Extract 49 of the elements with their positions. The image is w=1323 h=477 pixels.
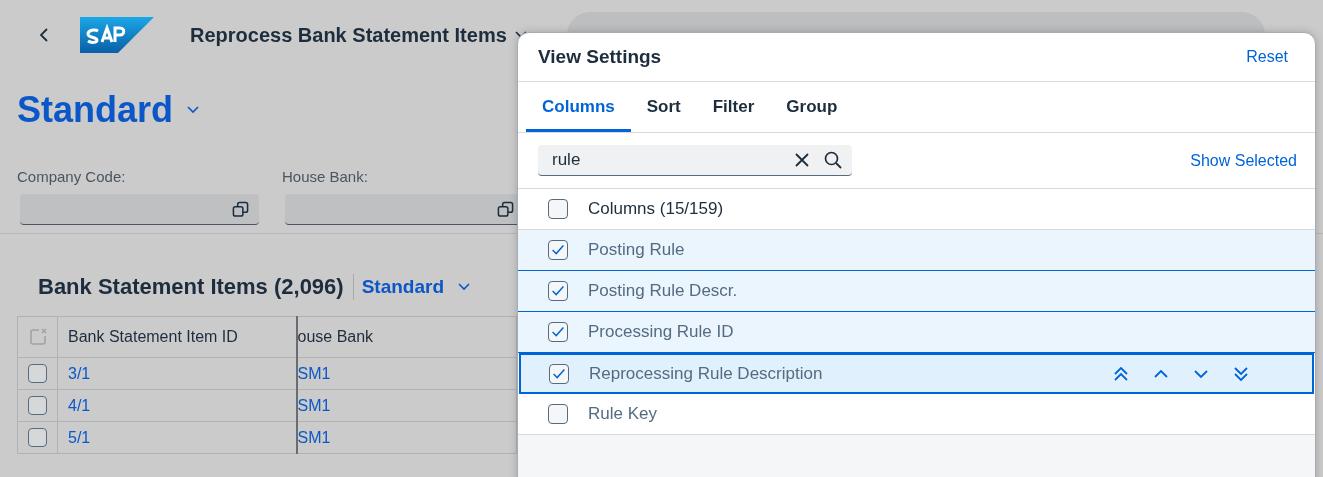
value-help-icon[interactable]: [232, 200, 249, 218]
column-checkbox[interactable]: [548, 281, 568, 301]
row-checkbox[interactable]: [28, 428, 47, 448]
search-field[interactable]: rule: [538, 145, 852, 176]
column-header[interactable]: Bank Statement Item ID: [57, 316, 297, 358]
table-link[interactable]: SM1: [297, 428, 331, 446]
checkmark-icon: [551, 285, 565, 296]
row-checkbox[interactable]: [28, 396, 47, 416]
checkmark-icon: [551, 244, 565, 255]
logo-icon[interactable]: [80, 17, 154, 53]
column-item[interactable]: Posting Rule Descr.: [518, 271, 1315, 312]
column-item[interactable]: Processing Rule ID: [518, 312, 1315, 353]
table-link[interactable]: SM1: [297, 364, 331, 382]
dialog-title: View Settings: [538, 46, 662, 68]
table-link[interactable]: 4/1: [68, 396, 91, 414]
row-checkbox[interactable]: [28, 364, 47, 384]
list-header: Columns (15/159): [588, 199, 725, 219]
search-input[interactable]: rule: [550, 149, 794, 171]
checkmark-icon: [552, 368, 566, 379]
show-selected-link[interactable]: Show Selected: [1190, 151, 1297, 170]
tab[interactable]: Group: [770, 82, 854, 132]
reset-link[interactable]: Reset: [1246, 48, 1288, 66]
variant-title: Standard: [17, 89, 174, 131]
filter-input[interactable]: [20, 194, 259, 225]
table-link[interactable]: SM1: [297, 396, 331, 414]
variant-chevron-icon[interactable]: [458, 283, 471, 291]
tab[interactable]: Filter: [696, 82, 771, 132]
tab[interactable]: Columns: [526, 82, 631, 132]
checkmark-icon: [551, 326, 565, 337]
table-title: Bank Statement Items (2,096): [38, 274, 344, 300]
filter-label: Company Code:: [17, 168, 127, 185]
select-all-checkbox[interactable]: [548, 199, 568, 219]
value-help-icon[interactable]: [497, 200, 514, 218]
column-checkbox[interactable]: [548, 404, 568, 424]
column-header[interactable]: ouse Bank: [296, 316, 516, 358]
table-link[interactable]: 5/1: [68, 428, 91, 446]
column-item[interactable]: Posting Rule: [518, 230, 1315, 271]
column-checkbox[interactable]: [548, 240, 568, 260]
variant-selector[interactable]: Standard: [361, 276, 445, 298]
column-checkbox[interactable]: [549, 363, 569, 384]
app-title: Reprocess Bank Statement Items: [190, 23, 507, 47]
column-checkbox[interactable]: [548, 322, 568, 342]
search-icon[interactable]: [824, 151, 842, 169]
filter-label: House Bank:: [282, 168, 369, 185]
table-link[interactable]: 3/1: [68, 364, 91, 382]
clear-icon[interactable]: [794, 152, 810, 168]
column-item[interactable]: Reprocessing Rule Description: [519, 353, 1314, 394]
tab[interactable]: Sort: [630, 82, 697, 132]
variant-chevron-icon[interactable]: [187, 106, 200, 114]
